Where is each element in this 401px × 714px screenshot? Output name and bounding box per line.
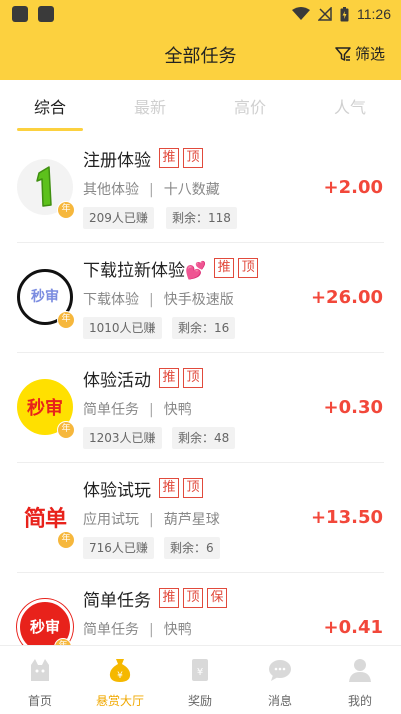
task-price: +2.00 — [323, 177, 384, 198]
tag-guarantee: 保 — [207, 588, 227, 608]
task-source: 快鸭 — [163, 402, 192, 418]
tag-recommend: 推 — [214, 258, 235, 278]
task-category: 简单任务 — [83, 622, 139, 638]
nav-bounty-hall[interactable]: ¥ 悬赏大厅 — [80, 656, 160, 709]
wifi-icon — [292, 7, 310, 20]
tag-recommend: 推 — [159, 478, 179, 498]
task-logo: 秒审 年 — [17, 269, 75, 329]
nav-profile[interactable]: 我的 — [320, 656, 400, 709]
remaining-count: 剩余：48 — [172, 427, 236, 449]
task-category: 简单任务 — [83, 402, 139, 418]
earned-count: 209人已赚 — [83, 207, 154, 229]
status-bar: 11:26 — [0, 0, 401, 28]
remaining-count: 剩余：118 — [166, 207, 237, 229]
tab-popularity[interactable]: 人气 — [315, 94, 385, 118]
task-logo: 年 — [17, 159, 75, 219]
task-price: +0.41 — [323, 617, 384, 638]
filter-label: 筛选 — [354, 45, 385, 63]
year-badge-icon: 年 — [57, 201, 75, 219]
app-header: 11:26 全部任务 筛选 — [0, 0, 401, 80]
home-cat-icon — [31, 659, 49, 681]
nav-rewards[interactable]: ¥ 奖励 — [160, 656, 240, 709]
year-badge-icon: 年 — [54, 638, 72, 645]
task-source: 葫芦星球 — [163, 512, 220, 528]
year-badge-icon: 年 — [57, 531, 75, 549]
notification-icon — [12, 6, 28, 22]
filter-icon — [335, 46, 351, 61]
logo-text: 秒审 — [29, 618, 60, 636]
task-source: 十八数藏 — [163, 182, 220, 198]
tab-high-price[interactable]: 高价 — [215, 94, 285, 118]
task-list: 年 注册体验 推 顶 其他体验 | 十八数藏 209人已赚 剩余：118 +2.00… — [0, 133, 401, 645]
reward-icon: ¥ — [192, 659, 208, 681]
tag-top: 顶 — [238, 258, 259, 278]
task-price: +0.30 — [323, 397, 384, 418]
task-title: 简单任务 — [83, 590, 151, 611]
remaining-count: 剩余：6 — [164, 537, 220, 559]
task-item[interactable]: 年 注册体验 推 顶 其他体验 | 十八数藏 209人已赚 剩余：118 +2.00 — [0, 133, 401, 243]
task-category: 下载体验 — [83, 292, 139, 308]
earned-count: 1203人已赚 — [83, 427, 162, 449]
tag-recommend: 推 — [159, 588, 179, 608]
tag-top: 顶 — [183, 148, 203, 168]
logo-text: 秒审 — [27, 398, 63, 419]
bottom-nav: 首页 ¥ 悬赏大厅 ¥ 奖励 消息 我的 — [0, 645, 401, 714]
task-logo: 秒审 年 — [17, 379, 75, 439]
task-item[interactable]: 秒审 年 体验活动 推 顶 简单任务 | 快鸭 1203人已赚 剩余：48 +0.3… — [0, 353, 401, 463]
active-tab-indicator — [17, 128, 83, 131]
tab-latest[interactable]: 最新 — [115, 94, 185, 118]
task-item[interactable]: 秒审 年 简单任务 推 顶 保 简单任务|快鸭 +0.41 — [0, 573, 401, 645]
svg-text:¥: ¥ — [117, 671, 123, 681]
task-logo: 秒审 年 — [17, 599, 73, 645]
nav-label: 我的 — [347, 694, 372, 708]
task-source: 快鸭 — [163, 622, 192, 638]
task-source: 快手极速版 — [163, 292, 234, 308]
clock: 11:26 — [357, 6, 391, 22]
task-meta: 简单任务 | 快鸭 — [83, 402, 192, 418]
task-meta: 下载体验 | 快手极速版 — [83, 292, 234, 308]
task-logo: 简单 年 — [17, 489, 75, 549]
task-meta: 应用试玩 | 葫芦星球 — [83, 512, 220, 528]
earned-count: 716人已赚 — [83, 537, 154, 559]
year-badge-icon: 年 — [57, 421, 75, 439]
filter-button[interactable]: 筛选 — [335, 43, 385, 64]
task-category: 应用试玩 — [83, 512, 139, 528]
task-price: +13.50 — [310, 507, 383, 528]
tab-bar: 综合 最新 高价 人气 — [0, 80, 401, 132]
remaining-count: 剩余：16 — [172, 317, 236, 339]
profile-icon — [349, 659, 371, 682]
notification-icon — [38, 6, 54, 22]
task-item[interactable]: 简单 年 体验试玩 推 顶 应用试玩 | 葫芦星球 716人已赚 剩余：6 +13.… — [0, 463, 401, 573]
task-title: 体验活动 — [83, 370, 151, 391]
svg-text:¥: ¥ — [197, 667, 203, 678]
tag-recommend: 推 — [159, 148, 179, 168]
tag-recommend: 推 — [159, 368, 179, 388]
task-meta: 其他体验 | 十八数藏 — [83, 182, 220, 198]
task-category: 其他体验 — [83, 182, 139, 198]
money-bag-icon: ¥ — [109, 659, 131, 682]
nav-label: 悬赏大厅 — [95, 694, 144, 708]
no-signal-icon — [318, 7, 332, 21]
logo-text: 秒审 — [31, 289, 59, 305]
nav-label: 首页 — [27, 694, 52, 708]
tag-top: 顶 — [183, 478, 203, 498]
nav-label: 消息 — [267, 694, 292, 708]
message-icon — [269, 660, 291, 681]
logo-text: 简单 — [23, 507, 67, 532]
tag-top: 顶 — [183, 368, 203, 388]
task-title: 下载拉新体验💕 — [83, 260, 207, 281]
earned-count: 1010人已赚 — [83, 317, 162, 339]
task-title: 体验试玩 — [83, 480, 151, 501]
year-badge-icon: 年 — [57, 311, 75, 329]
nav-home[interactable]: 首页 — [0, 656, 80, 709]
task-price: +26.00 — [310, 287, 383, 308]
task-meta: 简单任务 | 快鸭 — [83, 622, 192, 638]
task-item[interactable]: 秒审 年 下载拉新体验💕 推 顶 下载体验 | 快手极速版 1010人已赚 剩余：1… — [0, 243, 401, 353]
nav-label: 奖励 — [187, 694, 212, 708]
tab-comprehensive[interactable]: 综合 — [15, 94, 85, 118]
task-title: 注册体验 — [83, 150, 151, 171]
tag-top: 顶 — [183, 588, 203, 608]
nav-messages[interactable]: 消息 — [240, 656, 320, 709]
battery-icon — [340, 6, 349, 21]
